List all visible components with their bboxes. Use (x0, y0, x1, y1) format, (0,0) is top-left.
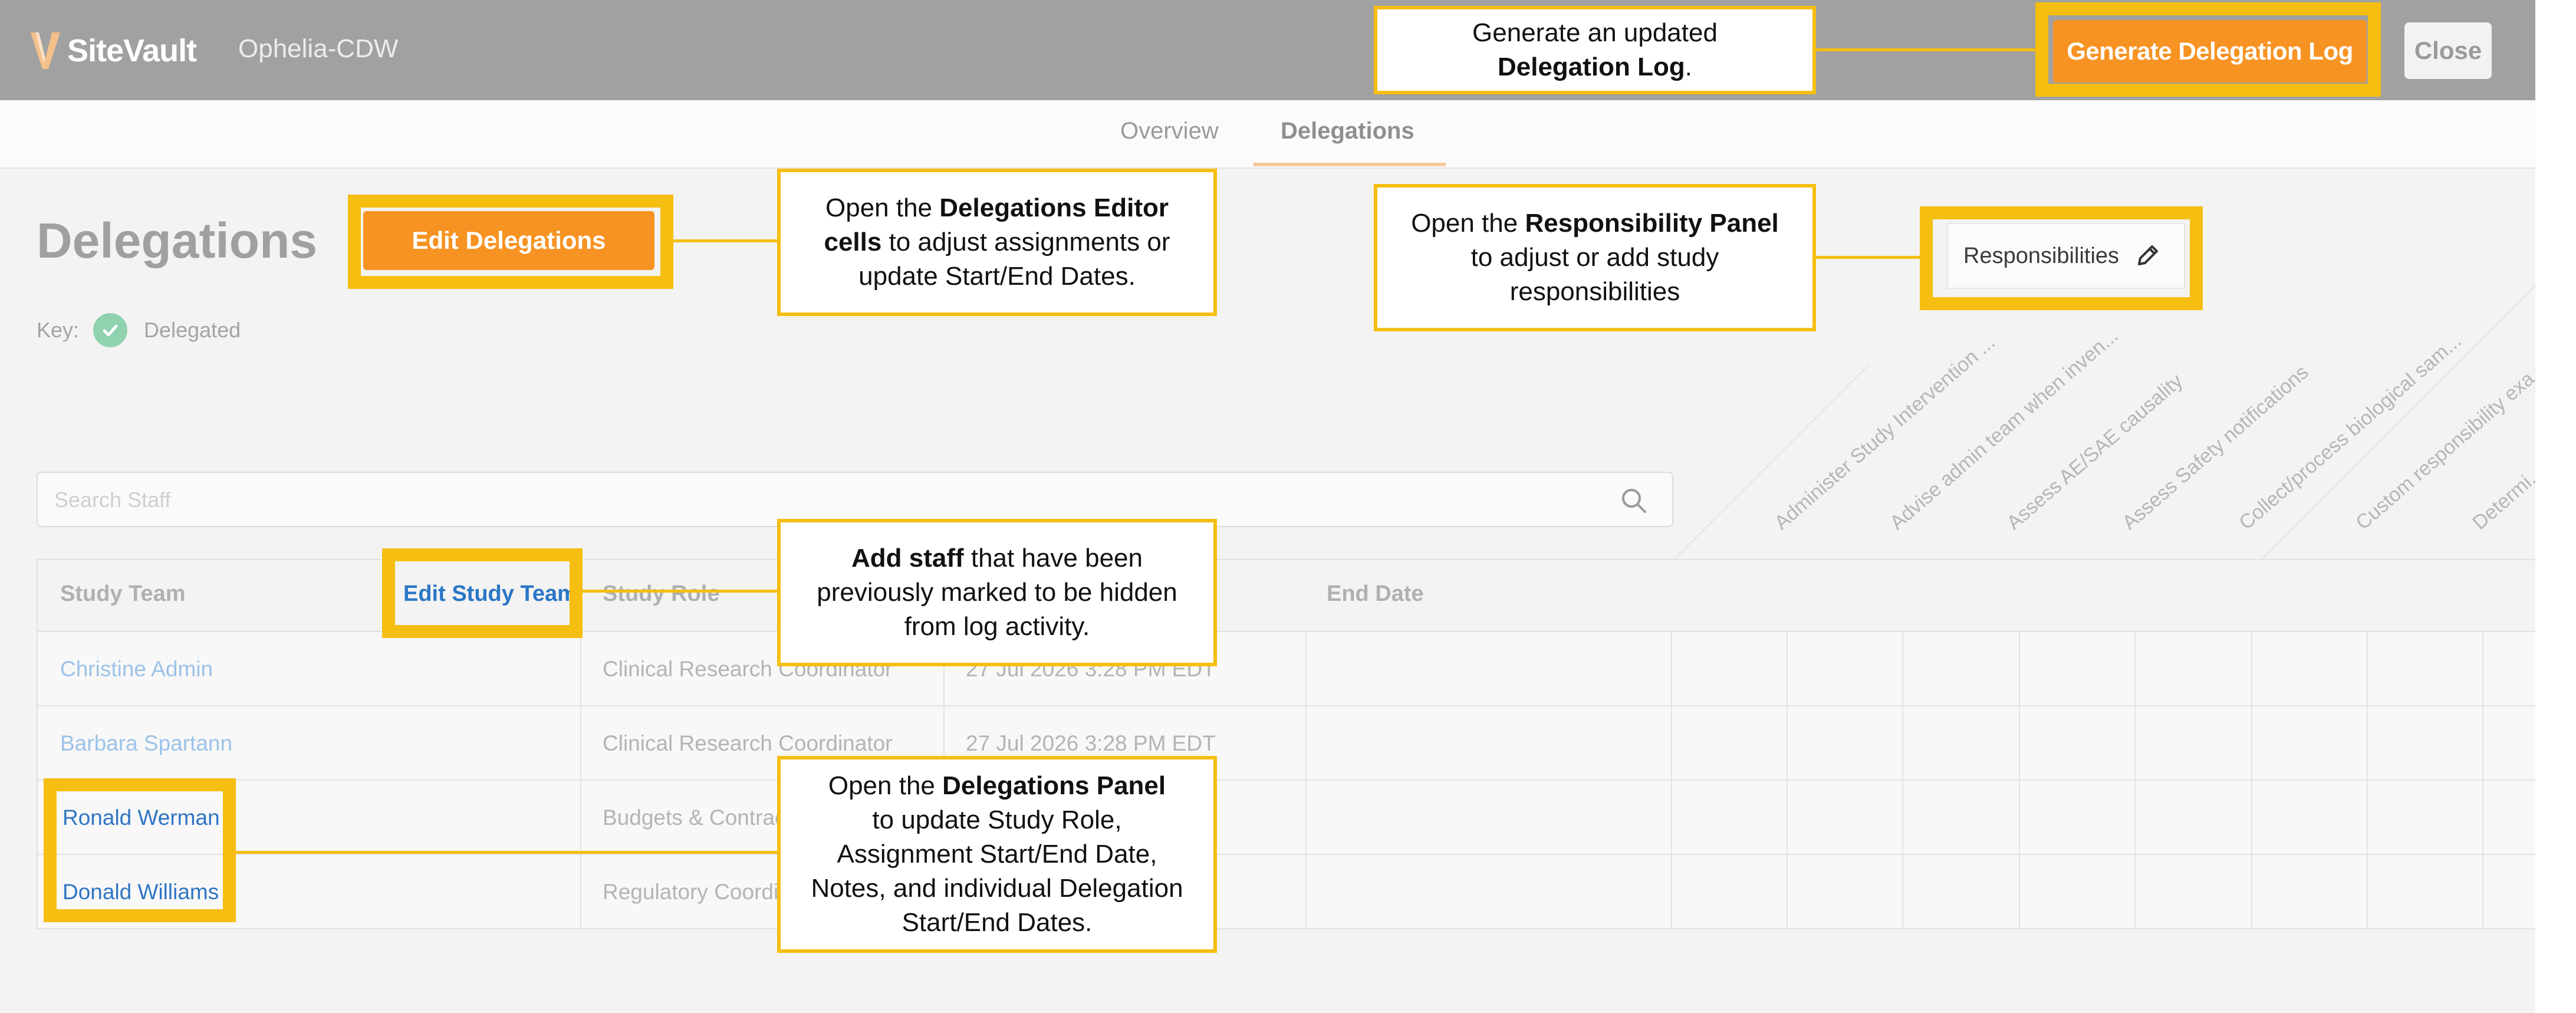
vault-logo-icon (31, 32, 60, 69)
callout-bold-text: Delegations Editor (939, 193, 1169, 222)
staff-name-link[interactable]: Barbara Spartann (60, 731, 232, 756)
header-end-date: End Date (1327, 581, 1424, 606)
study-name: Ophelia-CDW (238, 34, 399, 63)
table-row[interactable]: Ronald Werman Budgets & Contrac (38, 781, 2535, 855)
callout-text: responsibilities (1509, 277, 1680, 306)
callout-connector (672, 239, 779, 242)
table-row[interactable]: Christine Admin Clinical Research Coordi… (38, 632, 2535, 706)
highlight-edit-delegations (348, 195, 673, 289)
table-row[interactable]: Donald Williams Regulatory Coordi (38, 855, 2535, 929)
close-button[interactable]: Close (2404, 22, 2492, 79)
page-title: Delegations (37, 213, 318, 268)
callout-text: that have been (963, 544, 1143, 573)
highlight-responsibilities (1920, 206, 2203, 310)
header-study-role: Study Role (603, 581, 720, 606)
resp-col-label: Administer Study Intervention ... (1770, 331, 1999, 534)
callout-edit-study-team: Add staff that have been previously mark… (777, 519, 1217, 666)
callout-text: from log activity. (904, 612, 1090, 641)
app-frame: SiteVault Ophelia-CDW Generate Delegatio… (0, 0, 2535, 1013)
brand-name: SiteVault (67, 33, 197, 68)
callout-connector (581, 590, 779, 593)
callout-text: Open the (825, 193, 940, 222)
callout-bold-text: Delegations Panel (942, 771, 1166, 800)
callout-connector (1814, 48, 2038, 51)
callout-bold-text: Delegation Log (1497, 52, 1685, 81)
resp-col-label: Assess Safety notifications (2118, 361, 2312, 534)
start-date-cell: 27 Jul 2026 3:28 PM EDT (966, 731, 1216, 755)
callout-text: Generate an updated (1472, 18, 1718, 47)
callout-generate-log: Generate an updated Delegation Log. (1374, 6, 1816, 94)
callout-text: Open the (828, 771, 943, 800)
sitevault-logo: SiteVault (31, 27, 197, 74)
callout-bold-text: Responsibility Panel (1525, 209, 1779, 238)
study-role-cell: Clinical Research Coordinator (603, 731, 893, 755)
staff-name-link[interactable]: Christine Admin (60, 657, 213, 682)
active-tab-indicator (1254, 163, 1446, 166)
header-study-team: Study Team (60, 581, 186, 606)
search-staff-input[interactable] (53, 486, 1588, 514)
highlight-generate-button (2035, 2, 2381, 97)
highlight-staff-names (44, 778, 236, 922)
callout-bold-text: cells (824, 228, 882, 256)
callout-text: to adjust assignments or (881, 228, 1170, 256)
tabs-bar: Overview Delegations (0, 100, 2535, 169)
resp-col-label: Collect/process biological sam... (2235, 330, 2465, 534)
callout-text: Open the (1411, 209, 1525, 238)
callout-text: . (1685, 52, 1692, 81)
callout-delegations-panel: Open the Delegations Panel to update Stu… (777, 756, 1217, 953)
tab-delegations[interactable]: Delegations (1281, 118, 1414, 144)
callout-connector (235, 851, 779, 854)
callout-connector (1815, 256, 1921, 259)
search-icon[interactable] (1619, 486, 1649, 515)
callout-responsibility-panel: Open the Responsibility Panel to adjust … (1374, 184, 1816, 331)
callout-text: update Start/End Dates. (858, 262, 1136, 291)
callout-text: to update Study Role, (872, 805, 1122, 834)
resp-col-label: Advise admin team when inven... (1886, 324, 2122, 534)
table-row[interactable]: Barbara Spartann Clinical Research Coord… (38, 706, 2535, 781)
tab-overview[interactable]: Overview (1120, 118, 1219, 144)
study-role-cell: Budgets & Contrac (603, 805, 786, 830)
callout-text: Assignment Start/End Date, (837, 840, 1157, 869)
study-role-cell: Regulatory Coordi (603, 880, 779, 904)
callout-text: previously marked to be hidden (817, 578, 1177, 607)
callout-text: Notes, and individual Delegation (811, 874, 1183, 903)
key-legend: Key: Delegated (37, 313, 241, 348)
key-delegated-label: Delegated (144, 318, 241, 342)
callout-text: to adjust or add study (1470, 243, 1719, 272)
callout-edit-delegations: Open the Delegations Editor cells to adj… (777, 169, 1217, 316)
callout-bold-text: Add staff (851, 544, 964, 573)
highlight-edit-study-team (382, 548, 583, 638)
check-icon (93, 313, 128, 347)
key-label: Key: (37, 318, 80, 342)
resp-col-label: Determi... (2468, 461, 2535, 534)
callout-text: Start/End Dates. (902, 908, 1093, 937)
